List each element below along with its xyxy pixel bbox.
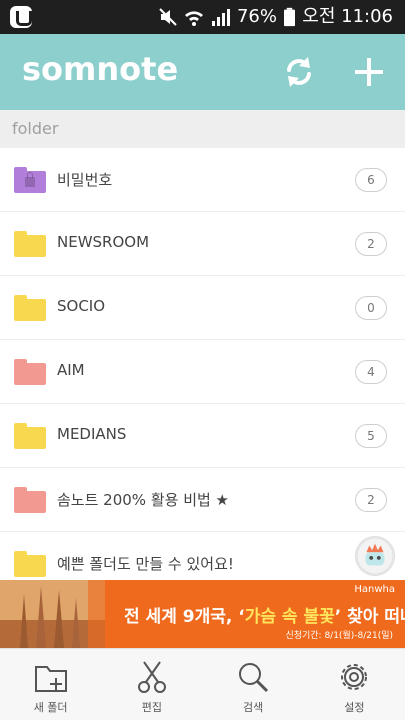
folder-name: 솜노트 200% 활용 비법 ★: [57, 491, 230, 509]
folder-row[interactable]: 비밀번호 6: [0, 148, 405, 212]
mascot-robot-icon[interactable]: [355, 536, 395, 576]
gear-icon: [341, 664, 368, 690]
nav-label: 새 폴더: [33, 701, 68, 714]
ad-brand: Hanwha: [354, 584, 395, 595]
ad-title: 전 세계 9개국, ‘가슴 속 불꽃’ 찾아 떠나자: [124, 607, 405, 627]
folder-name: 비밀번호: [57, 171, 113, 189]
folder-row[interactable]: 솜노트 200% 활용 비법 ★ 2: [0, 468, 405, 532]
folder-icon: [14, 295, 46, 321]
nav-edit[interactable]: 편집: [101, 649, 202, 720]
folder-row[interactable]: AIM 4: [0, 340, 405, 404]
ad-banner[interactable]: Hanwha 전 세계 9개국, ‘가슴 속 불꽃’ 찾아 떠나자 신청기간: …: [0, 580, 405, 648]
folder-icon: [14, 231, 46, 257]
folder-icon: [14, 487, 46, 513]
new-folder-icon: [34, 666, 67, 692]
plus-icon[interactable]: [351, 54, 387, 90]
folder-row[interactable]: SOCIO 0: [0, 276, 405, 340]
folder-count-badge: 2: [355, 232, 387, 256]
clock: 오전 11:06: [302, 6, 393, 27]
section-header: folder: [0, 110, 405, 148]
folder-count-badge: 2: [355, 488, 387, 512]
folder-count-badge: 6: [355, 168, 387, 192]
folder-count-badge: 4: [355, 360, 387, 384]
battery-icon: [284, 7, 295, 27]
battery-percent: 76%: [236, 6, 277, 27]
folder-name: 예쁜 폴더도 만들 수 있어요!: [57, 555, 234, 573]
folder-icon: [14, 167, 46, 193]
sync-icon[interactable]: [281, 54, 317, 90]
folder-name: AIM: [57, 361, 85, 379]
scissors-icon: [137, 661, 166, 693]
bottom-nav: 새 폴더 편집 검색 설정: [0, 648, 405, 720]
mute-icon: [159, 8, 177, 26]
nav-label: 검색: [243, 701, 264, 714]
folder-icon: [14, 551, 46, 577]
folder-list: 비밀번호 6 NEWSROOM 2 SOCIO 0 AIM 4 MEDIANS …: [0, 148, 405, 596]
nav-label: 설정: [344, 701, 365, 714]
search-icon: [239, 663, 269, 693]
status-bar: 76% 오전 11:06: [0, 0, 405, 34]
folder-row[interactable]: MEDIANS 5: [0, 404, 405, 468]
ad-title-highlight: 가슴 속 불꽃: [244, 607, 335, 627]
app-logo: somnote: [22, 50, 179, 88]
section-label: folder: [12, 119, 59, 138]
folder-icon: [14, 423, 46, 449]
folder-count-badge: 5: [355, 424, 387, 448]
lock-icon: [25, 172, 35, 187]
nav-new-folder[interactable]: 새 폴더: [0, 649, 101, 720]
nav-search[interactable]: 검색: [203, 649, 304, 720]
folder-name: SOCIO: [57, 297, 106, 315]
app-header: somnote: [0, 34, 405, 110]
folder-icon: [14, 359, 46, 385]
folder-name: NEWSROOM: [57, 233, 150, 251]
ad-period: 신청기간: 8/1(월)-8/21(일): [285, 631, 393, 641]
wifi-icon: [185, 11, 203, 26]
cathedral-image: [0, 580, 105, 648]
nav-label: 편집: [141, 701, 162, 714]
app-notification-icon: [10, 6, 32, 28]
folder-count-badge: 0: [355, 296, 387, 320]
folder-row[interactable]: NEWSROOM 2: [0, 212, 405, 276]
status-icons: [158, 6, 230, 28]
folder-name: MEDIANS: [57, 425, 127, 443]
nav-settings[interactable]: 설정: [304, 649, 405, 720]
signal-icon: [212, 9, 230, 26]
